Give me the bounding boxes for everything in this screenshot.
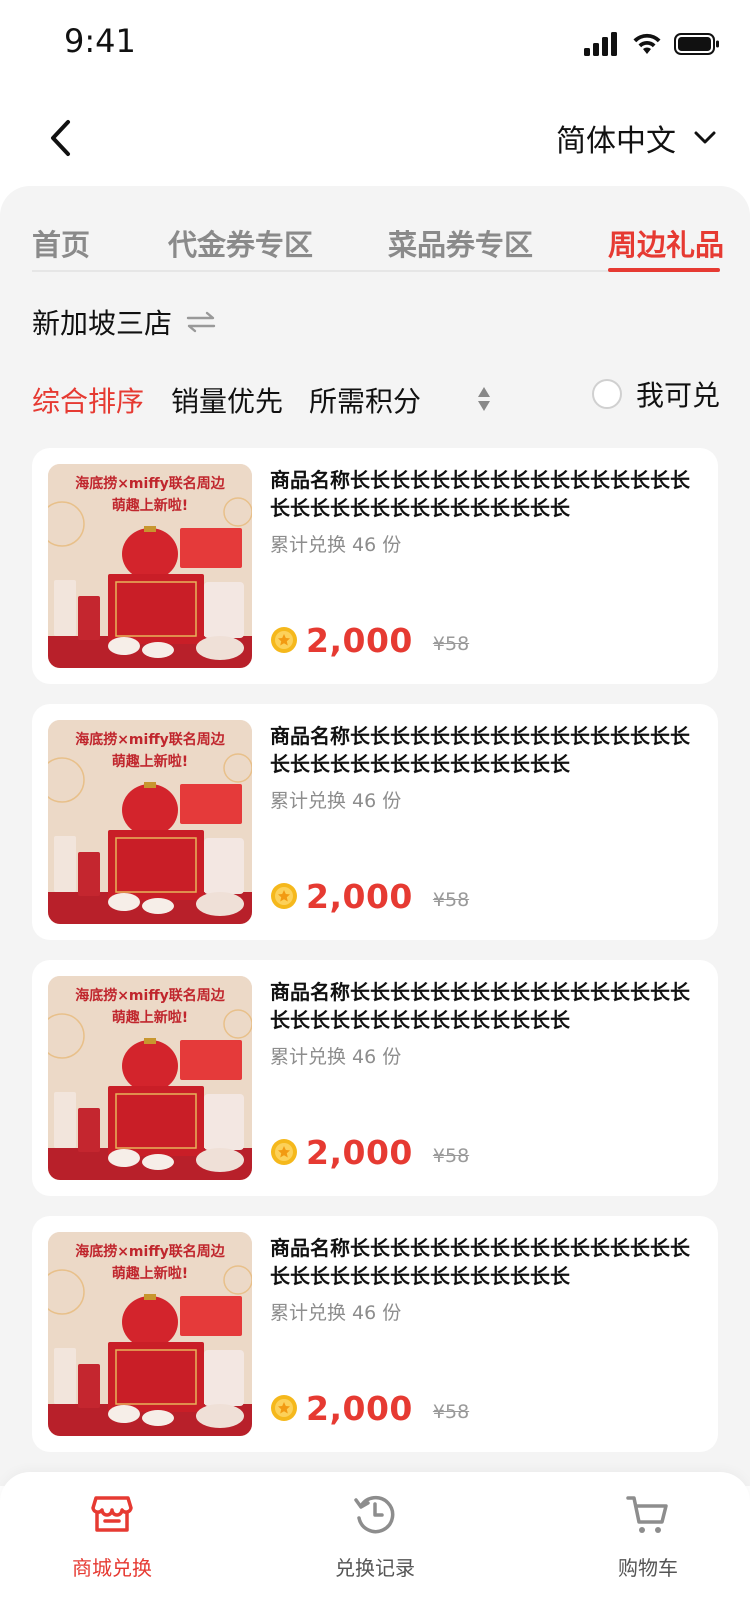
cellular-signal-icon [584, 32, 617, 56]
original-price: ¥58 [432, 633, 470, 655]
redeemable-filter[interactable]: 我可兑 [591, 374, 720, 414]
sort-sales[interactable]: 销量优先 [171, 380, 283, 420]
points-price: 2,000 [306, 876, 413, 916]
product-card[interactable]: 海底捞×miffy联名周边 萌趣上新啦! 商品名称长长长长长长长长长长长长长长长… [32, 960, 718, 1196]
tabbar-shop[interactable]: 商城兑换 [42, 1490, 182, 1581]
price-row: 2,000 ¥58 [270, 874, 469, 918]
banner-line-2: 萌趣上新啦! [112, 497, 188, 514]
language-selector[interactable]: 简体中文 [556, 108, 716, 168]
original-price: ¥58 [432, 1401, 470, 1423]
banner-line-1: 海底捞×miffy联名周边 [75, 987, 226, 1004]
banner-line-2: 萌趣上新啦! [112, 753, 188, 770]
chevron-left-icon [51, 120, 70, 156]
product-card[interactable]: 海底捞×miffy联名周边 萌趣上新啦! 商品名称长长长长长长长长长长长长长长长… [32, 448, 718, 684]
store-name: 新加坡三店 [32, 307, 173, 340]
store-selector[interactable]: 新加坡三店 [32, 300, 216, 344]
points-coin-icon [271, 1139, 297, 1165]
points-coin-icon [271, 1395, 297, 1421]
redeemed-count: 累计兑换 46 份 [270, 534, 402, 556]
shopping-cart-icon [626, 1496, 668, 1533]
points-price: 2,000 [306, 1132, 413, 1172]
sort-comprehensive[interactable]: 综合排序 [32, 380, 144, 420]
back-button[interactable] [38, 108, 82, 168]
redeemable-label: 我可兑 [635, 379, 720, 412]
tabbar-history[interactable]: 兑换记录 [305, 1490, 445, 1581]
original-price: ¥58 [432, 889, 470, 911]
product-title: 商品名称长长长长长长长长长长长长长长长长长长长长长长长长长长长长长长长长 [270, 980, 690, 1032]
filter-bar: 综合排序 销量优先 所需积分 我可兑 [32, 372, 720, 422]
navigation-bar: 简体中文 [0, 88, 750, 188]
product-image: 海底捞×miffy联名周边 萌趣上新啦! [48, 1232, 252, 1436]
product-image: 海底捞×miffy联名周边 萌趣上新啦! [48, 976, 252, 1180]
tabbar-cart-label: 购物车 [618, 1556, 678, 1580]
points-price: 2,000 [306, 620, 413, 660]
points-coin-icon [271, 883, 297, 909]
tab-cash-vouchers[interactable]: 代金券专区 [168, 222, 313, 264]
tab-merchandise[interactable]: 周边礼品 [608, 222, 724, 264]
product-title: 商品名称长长长长长长长长长长长长长长长长长长长长长长长长长长长长长长长长 [270, 1236, 690, 1288]
battery-icon [674, 33, 719, 55]
banner-line-1: 海底捞×miffy联名周边 [75, 1243, 226, 1260]
tabbar-history-label: 兑换记录 [335, 1556, 415, 1580]
points-coin-icon [271, 627, 297, 653]
redeemed-count: 累计兑换 46 份 [270, 1046, 402, 1068]
redeemed-count: 累计兑换 46 份 [270, 790, 402, 812]
product-card[interactable]: 海底捞×miffy联名周边 萌趣上新啦! 商品名称长长长长长长长长长长长长长长长… [32, 704, 718, 940]
banner-line-1: 海底捞×miffy联名周边 [75, 731, 226, 748]
banner-line-2: 萌趣上新啦! [112, 1009, 188, 1026]
banner-line-2: 萌趣上新啦! [112, 1265, 188, 1282]
redeemed-count: 累计兑换 46 份 [270, 1302, 402, 1324]
price-row: 2,000 ¥58 [270, 618, 469, 662]
price-row: 2,000 ¥58 [270, 1130, 469, 1174]
tabbar-cart[interactable]: 购物车 [578, 1490, 718, 1581]
active-tab-indicator [608, 268, 720, 272]
language-label: 简体中文 [556, 124, 676, 159]
tab-home[interactable]: 首页 [32, 222, 90, 264]
status-time: 9:41 [64, 22, 136, 60]
product-image: 海底捞×miffy联名周边 萌趣上新啦! [48, 720, 252, 924]
price-row: 2,000 ¥58 [270, 1386, 469, 1430]
tab-dish-vouchers[interactable]: 菜品券专区 [388, 222, 533, 264]
wifi-icon [633, 33, 661, 54]
switch-arrows-icon [186, 311, 216, 333]
product-title: 商品名称长长长长长长长长长长长长长长长长长长长长长长长长长长长长长长长长 [270, 468, 690, 520]
chevron-down-icon [694, 131, 716, 144]
redeemable-checkbox[interactable] [591, 379, 622, 409]
product-list: 海底捞×miffy联名周边 萌趣上新啦! 商品名称长长长长长长长长长长长长长长长… [32, 448, 718, 1472]
banner-line-1: 海底捞×miffy联名周边 [75, 475, 226, 492]
history-icon [354, 1495, 395, 1534]
status-icons [584, 30, 720, 58]
category-tabs: 首页 代金券专区 菜品券专区 周边礼品 [32, 186, 724, 272]
original-price: ¥58 [432, 1145, 470, 1167]
points-price: 2,000 [306, 1388, 413, 1428]
sort-arrows-icon[interactable] [476, 384, 492, 414]
product-image: 海底捞×miffy联名周边 萌趣上新啦! [48, 464, 252, 668]
sort-points[interactable]: 所需积分 [309, 380, 421, 420]
status-bar: 9:41 [0, 0, 750, 88]
store-icon [91, 1496, 133, 1532]
tabbar-shop-label: 商城兑换 [72, 1556, 152, 1580]
bottom-tab-bar: 商城兑换 兑换记录 购物车 [0, 1472, 750, 1624]
product-title: 商品名称长长长长长长长长长长长长长长长长长长长长长长长长长长长长长长长长 [270, 724, 690, 776]
product-card[interactable]: 海底捞×miffy联名周边 萌趣上新啦! 商品名称长长长长长长长长长长长长长长长… [32, 1216, 718, 1452]
